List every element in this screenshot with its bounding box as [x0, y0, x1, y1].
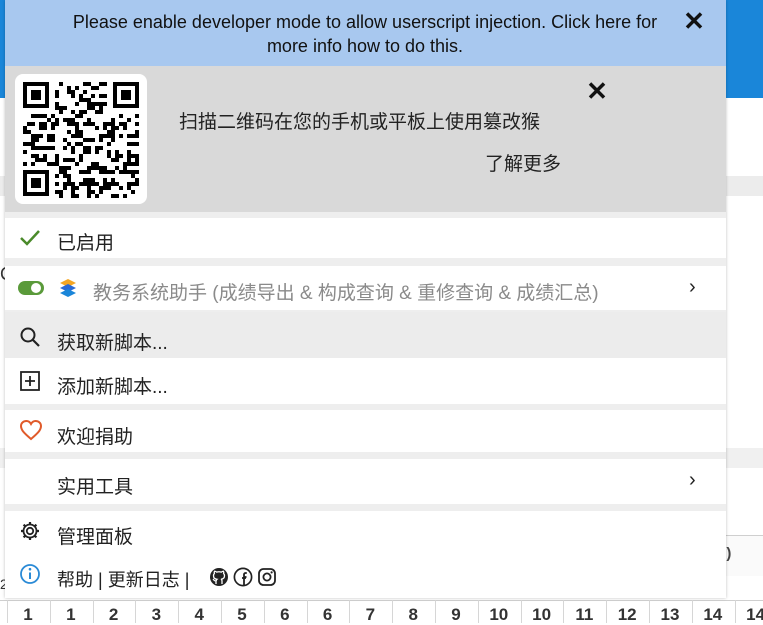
date-cell: 6	[322, 605, 333, 624]
date-separator	[606, 600, 608, 623]
date-cell: 14	[746, 605, 763, 624]
date-separator	[435, 600, 436, 623]
help-link[interactable]: 帮助	[57, 570, 93, 590]
date-cell: 9	[451, 605, 461, 624]
add-new-script[interactable]: 添加新脚本...	[5, 358, 726, 404]
date-separator	[92, 600, 94, 623]
date-cell: 11	[575, 605, 594, 624]
developer-mode-notice-text[interactable]: Please enable developer mode to allow us…	[55, 10, 675, 58]
date-separator	[263, 600, 265, 623]
donate[interactable]: 欢迎捐助	[5, 410, 726, 452]
facebook-icon[interactable]	[233, 567, 253, 587]
dashboard[interactable]: 管理面板	[5, 511, 726, 553]
date-separator	[392, 600, 394, 623]
toggle-icon[interactable]	[17, 279, 45, 297]
enabled-label: 已启用	[57, 233, 115, 254]
date-separator	[7, 600, 8, 623]
chevron-right-icon[interactable]: ›	[689, 276, 696, 299]
qr-banner: 扫描二维码在您的手机或平板上使用篡改猴 了解更多 ✕	[5, 66, 726, 212]
date-separator	[49, 600, 51, 623]
help-links: 帮助 | 更新日志 |	[57, 566, 189, 592]
date-cell: 10	[532, 605, 552, 624]
search-icon	[20, 327, 40, 347]
tampermonkey-popup: Please enable developer mode to allow us…	[5, 0, 726, 598]
date-cell: 13	[660, 605, 680, 624]
date-cell: 1	[66, 605, 76, 624]
date-separator	[734, 600, 736, 623]
heart-icon	[19, 419, 43, 441]
utilities[interactable]: 实用工具 ›	[5, 459, 726, 504]
date-separator	[563, 600, 565, 623]
enabled-toggle[interactable]: 已启用	[5, 218, 726, 258]
instagram-icon[interactable]	[257, 567, 277, 587]
date-cell: 7	[365, 605, 376, 624]
date-separator	[221, 600, 222, 623]
close-icon[interactable]: ✕	[582, 76, 612, 106]
info-icon	[20, 564, 40, 584]
date-separator	[306, 600, 308, 623]
date-cell: 1	[23, 605, 33, 624]
script-icon	[60, 279, 76, 297]
date-separator	[477, 600, 479, 623]
date-separator	[520, 600, 522, 623]
separator: |	[98, 570, 103, 590]
date-separator	[178, 600, 180, 623]
help-row: 帮助 | 更新日志 |	[5, 553, 726, 598]
chevron-right-icon[interactable]: ›	[689, 469, 696, 492]
script-name: 教务系统助手 (成绩导出 & 构成查询 & 重修查询 & 成绩汇总)	[93, 283, 599, 304]
script-item[interactable]: 教务系统助手 (成绩导出 & 构成查询 & 重修查询 & 成绩汇总) ›	[5, 266, 726, 310]
qr-banner-text: 扫描二维码在您的手机或平板上使用篡改猴	[179, 112, 541, 133]
date-cell: 8	[408, 605, 418, 624]
date-cell: 3	[151, 605, 162, 624]
date-separator	[135, 600, 137, 623]
dashboard-label: 管理面板	[57, 527, 134, 548]
developer-mode-notice: Please enable developer mode to allow us…	[5, 0, 726, 66]
date-cell: 5	[237, 605, 247, 624]
check-icon	[20, 230, 40, 246]
date-separator	[349, 600, 351, 623]
donate-label: 欢迎捐助	[57, 427, 134, 448]
date-separator	[649, 600, 650, 623]
separator: |	[184, 570, 190, 590]
date-cell: 2	[108, 605, 119, 624]
plus-box-icon	[20, 371, 40, 391]
date-separator	[691, 600, 693, 623]
utilities-label: 实用工具	[57, 477, 134, 498]
gear-icon	[21, 522, 39, 540]
add-new-script-label: 添加新脚本...	[57, 377, 168, 398]
learn-more-link[interactable]: 了解更多	[485, 149, 561, 176]
date-cell: 12	[617, 605, 637, 624]
close-icon[interactable]: ✕	[679, 6, 709, 36]
github-icon[interactable]	[209, 567, 229, 587]
date-cell: 14	[703, 605, 723, 624]
date-cell: 6	[280, 605, 290, 624]
changelog-link[interactable]: 更新日志	[108, 570, 180, 590]
qr-code	[15, 74, 147, 204]
date-cell: 10	[489, 605, 509, 624]
get-new-scripts-label: 获取新脚本...	[57, 333, 168, 354]
get-new-scripts[interactable]: 获取新脚本...	[5, 312, 726, 358]
date-cell: 4	[194, 605, 204, 624]
